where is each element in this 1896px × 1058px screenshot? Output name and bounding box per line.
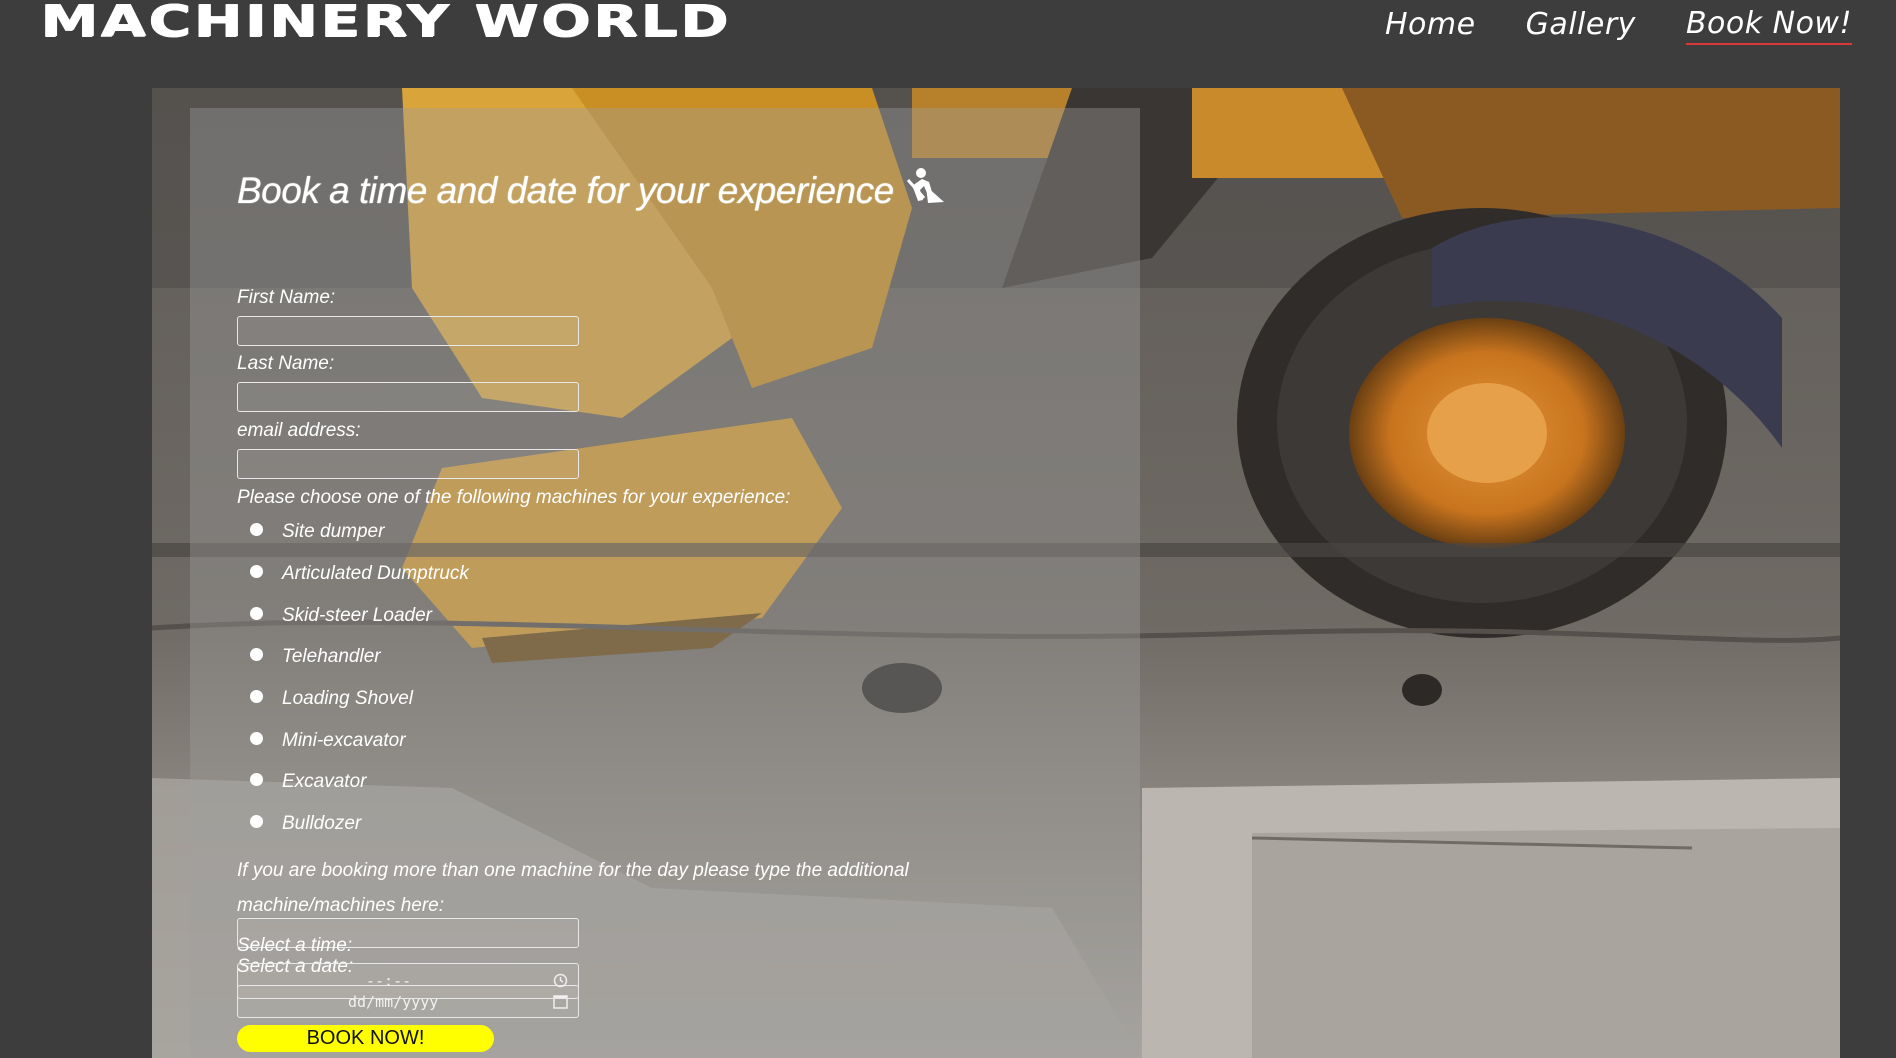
site-logo[interactable]: MACHINERY WORLD <box>40 0 731 44</box>
radio-option-skid-steer-loader[interactable]: Skid-steer Loader <box>250 602 432 630</box>
radio-button[interactable] <box>250 772 263 786</box>
site-header: MACHINERY WORLD Home Gallery Book Now! <box>0 0 1896 88</box>
radio-button[interactable] <box>250 606 263 620</box>
radio-label: Articulated Dumptruck <box>282 563 469 584</box>
nav-link-gallery[interactable]: Gallery <box>1526 7 1636 44</box>
time-input[interactable]: --:-- <box>237 963 579 999</box>
radio-label: Loading Shovel <box>282 688 413 709</box>
radio-button[interactable] <box>250 647 263 661</box>
additional-machines-input[interactable] <box>237 918 579 948</box>
time-placeholder: --:-- <box>366 972 412 990</box>
form-title: Book a time and date for your experience <box>237 167 948 215</box>
additional-machines-label: If you are booking more than one machine… <box>237 860 909 916</box>
booking-form-panel: Book a time and date for your experience… <box>190 108 1140 1058</box>
radio-label: Skid-steer Loader <box>282 605 432 626</box>
main-nav: Home Gallery Book Now! <box>1335 0 1852 50</box>
radio-label: Bulldozer <box>282 813 362 834</box>
radio-button[interactable] <box>250 689 263 703</box>
email-label: email address: <box>237 420 361 441</box>
hero-section: Book a time and date for your experience… <box>152 88 1840 1058</box>
radio-option-excavator[interactable]: Excavator <box>250 768 366 796</box>
radio-option-articulated-dumptruck[interactable]: Articulated Dumptruck <box>250 560 469 588</box>
construction-worker-icon <box>904 166 948 215</box>
radio-label: Mini-excavator <box>282 730 406 751</box>
radio-label: Telehandler <box>282 646 381 667</box>
nav-link-book-now[interactable]: Book Now! <box>1685 6 1852 45</box>
radio-option-telehandler[interactable]: Telehandler <box>250 643 381 671</box>
radio-option-site-dumper[interactable]: Site dumper <box>250 518 384 546</box>
radio-button[interactable] <box>250 814 263 828</box>
email-input[interactable] <box>237 449 579 479</box>
first-name-input[interactable] <box>237 316 579 346</box>
machines-prompt: Please choose one of the following machi… <box>237 487 791 508</box>
last-name-input[interactable] <box>237 382 579 412</box>
radio-button[interactable] <box>250 564 263 578</box>
radio-button[interactable] <box>250 522 263 536</box>
radio-button[interactable] <box>250 731 263 745</box>
radio-option-mini-excavator[interactable]: Mini-excavator <box>250 727 406 755</box>
clock-icon[interactable] <box>553 973 568 992</box>
first-name-label: First Name: <box>237 287 336 308</box>
radio-option-bulldozer[interactable]: Bulldozer <box>250 810 361 838</box>
radio-option-loading-shovel[interactable]: Loading Shovel <box>250 685 413 713</box>
last-name-label: Last Name: <box>237 353 335 374</box>
nav-link-home[interactable]: Home <box>1385 7 1476 44</box>
radio-label: Excavator <box>282 771 367 792</box>
radio-label: Site dumper <box>282 521 385 542</box>
form-title-text: Book a time and date for your experience <box>237 170 894 211</box>
book-now-button[interactable]: BOOK NOW! <box>237 1025 494 1052</box>
